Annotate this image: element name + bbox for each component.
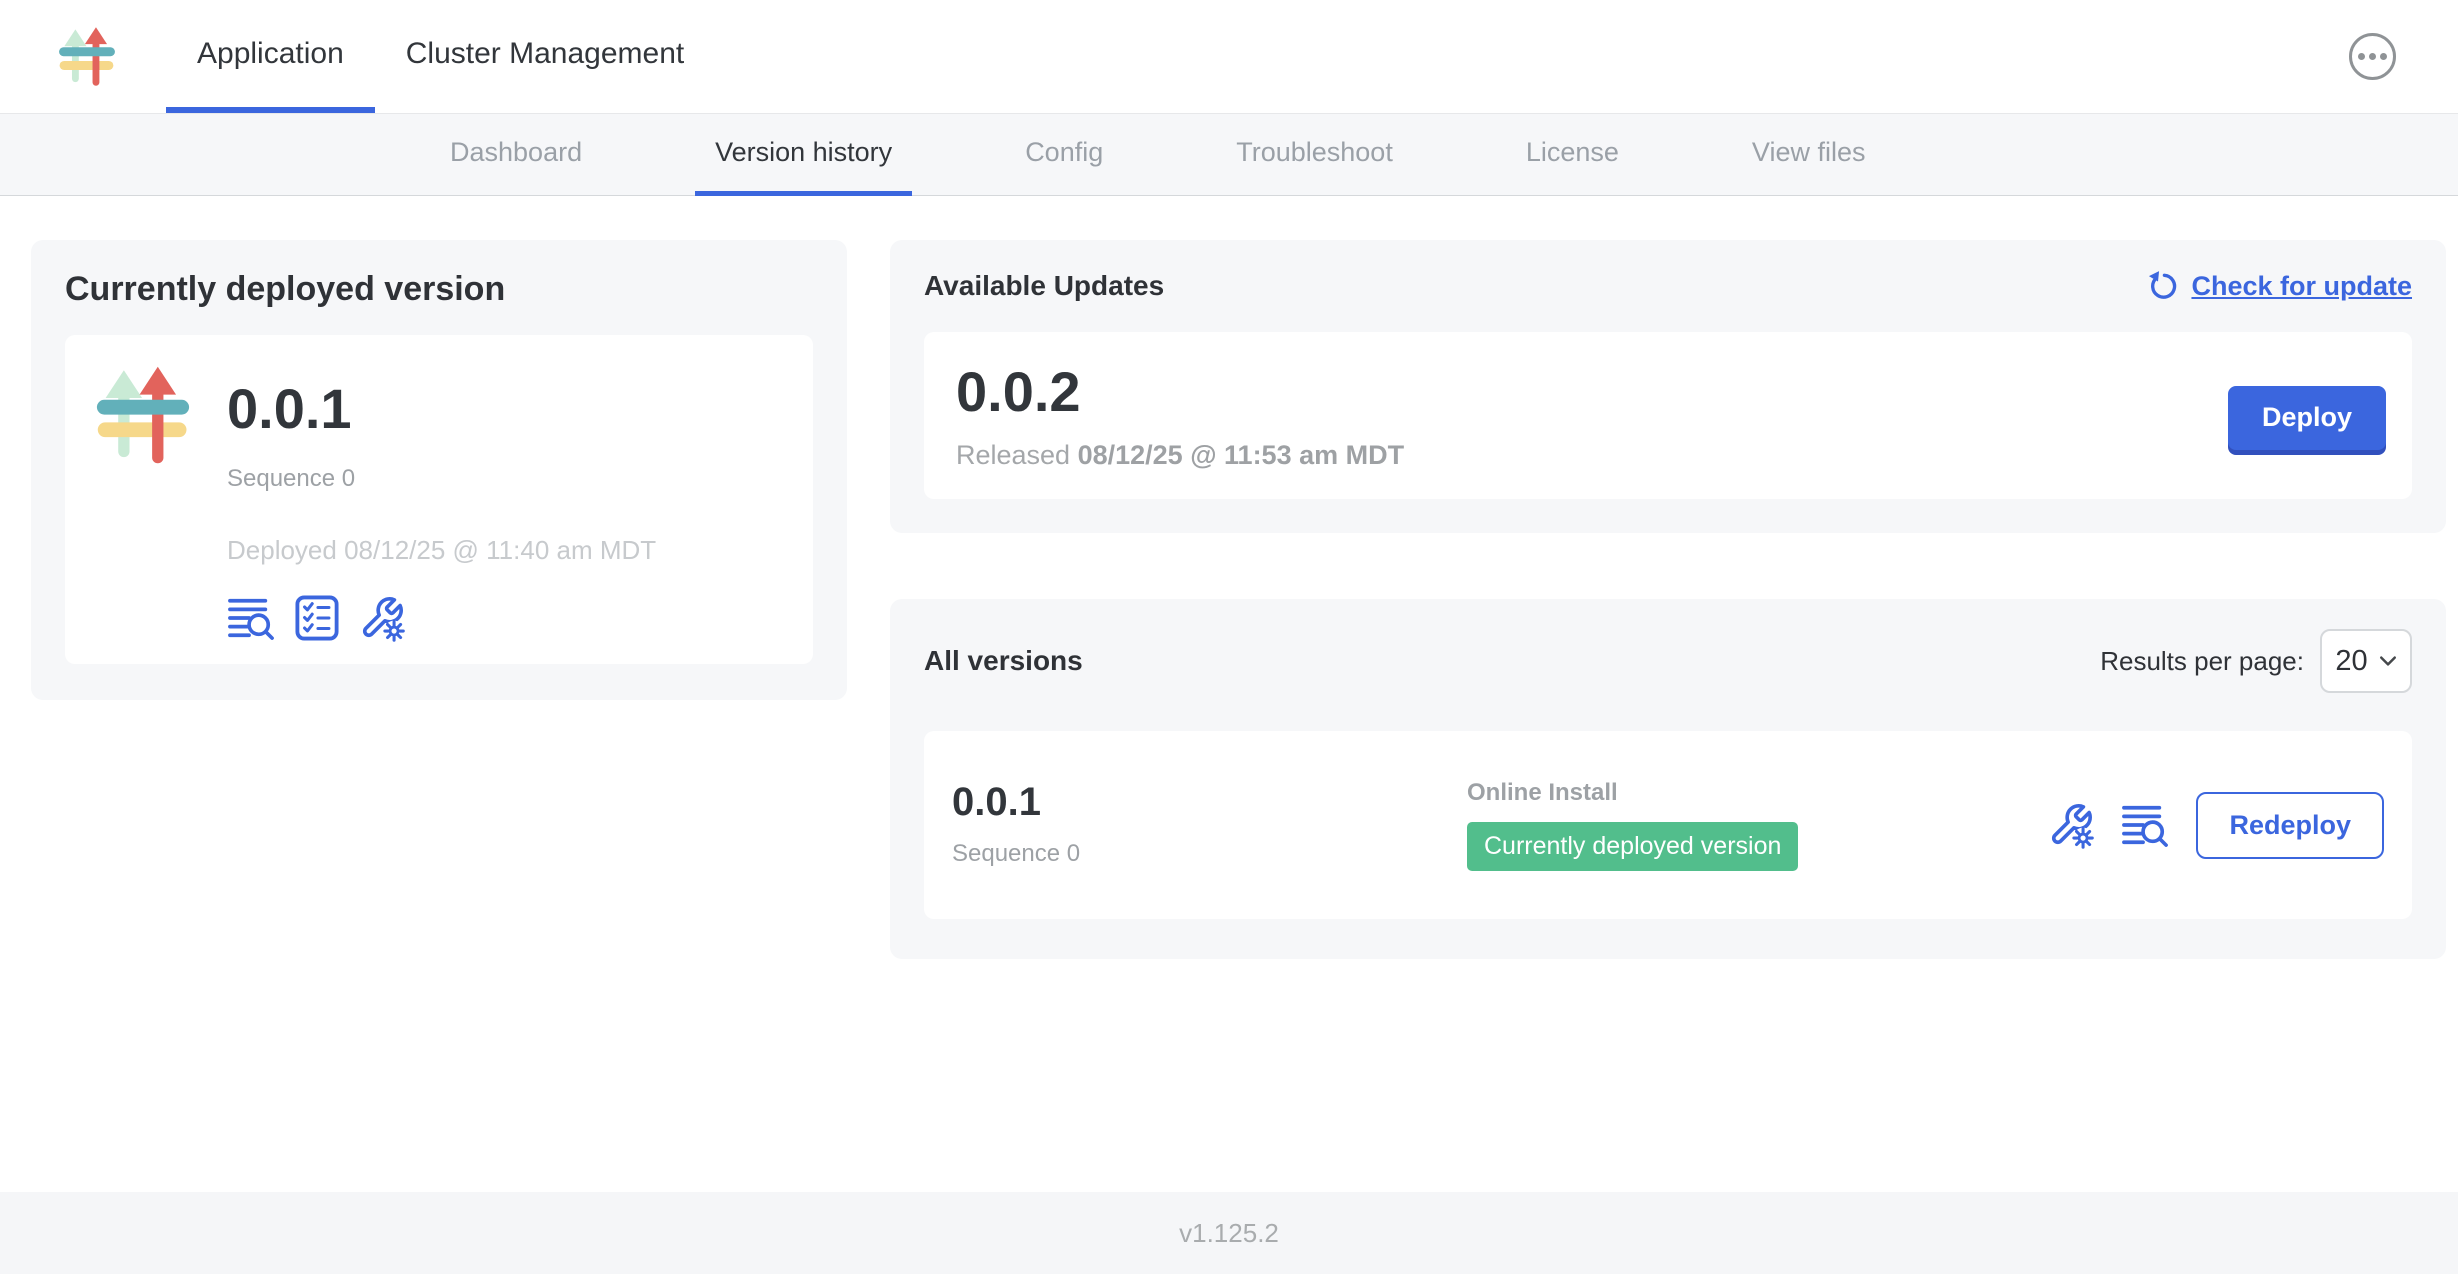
currently-deployed-panel: Currently deployed version 0.0.1 Sequenc…	[31, 240, 847, 700]
deployed-sequence: Sequence 0	[227, 465, 656, 493]
subnav-tab-dashboard[interactable]: Dashboard	[430, 114, 602, 196]
row-version-number: 0.0.1	[952, 782, 1467, 822]
update-card: 0.0.2 Released 08/12/25 @ 11:53 am MDT D…	[924, 332, 2412, 499]
config-button[interactable]	[2048, 801, 2094, 849]
app-subnav: Dashboard Version history Config Trouble…	[0, 113, 2458, 196]
check-for-update-link[interactable]: Check for update	[2146, 270, 2412, 302]
console-footer: v1.125.2	[0, 1192, 2458, 1274]
subnav-tab-license[interactable]: License	[1506, 114, 1639, 196]
subnav-tab-version-history[interactable]: Version history	[695, 114, 912, 196]
release-notes-button[interactable]	[2121, 802, 2169, 848]
release-notes-icon	[227, 595, 275, 641]
subnav-tab-config[interactable]: Config	[1005, 114, 1123, 196]
chevron-down-icon	[2379, 655, 2397, 667]
right-column: Available Updates Check for update 0.0.2…	[890, 240, 2446, 959]
deploy-button[interactable]: Deploy	[2228, 386, 2386, 450]
version-row: 0.0.1 Sequence 0 Online Install Currentl…	[924, 731, 2412, 919]
left-column: Currently deployed version 0.0.1 Sequenc…	[31, 240, 847, 700]
row-sequence: Sequence 0	[952, 840, 1467, 868]
available-updates-panel: Available Updates Check for update 0.0.2…	[890, 240, 2446, 533]
results-per-page: Results per page: 20	[2100, 629, 2412, 693]
tab-application-label: Application	[197, 37, 344, 71]
subnav-tab-troubleshoot[interactable]: Troubleshoot	[1216, 114, 1413, 196]
refresh-icon	[2146, 270, 2178, 302]
row-actions: Redeploy	[2048, 792, 2384, 859]
main-content: Currently deployed version 0.0.1 Sequenc…	[0, 196, 2458, 1192]
top-header: Application Cluster Management	[0, 0, 2458, 113]
config-button[interactable]	[359, 594, 405, 642]
more-menu-button[interactable]	[2349, 33, 2396, 80]
preflight-checks-icon	[295, 595, 339, 641]
deployed-version-card: 0.0.1 Sequence 0 Deployed 08/12/25 @ 11:…	[65, 335, 813, 664]
tab-cluster-management[interactable]: Cluster Management	[375, 0, 715, 113]
all-versions-panel: All versions Results per page: 20 0.0.1 …	[890, 599, 2446, 959]
all-versions-title: All versions	[924, 645, 1083, 677]
ellipsis-icon	[2358, 53, 2365, 60]
preflight-checks-button[interactable]	[295, 595, 339, 641]
release-notes-button[interactable]	[227, 595, 275, 641]
results-per-page-select[interactable]: 20	[2320, 629, 2412, 693]
deployed-version-info: 0.0.1 Sequence 0 Deployed 08/12/25 @ 11:…	[227, 359, 656, 642]
deployed-timestamp: Deployed 08/12/25 @ 11:40 am MDT	[227, 535, 656, 566]
update-released-timestamp: Released 08/12/25 @ 11:53 am MDT	[956, 440, 1404, 471]
app-logo-icon	[58, 26, 116, 87]
tab-cluster-management-label: Cluster Management	[406, 37, 684, 71]
update-version-number: 0.0.2	[956, 364, 1404, 420]
available-updates-title: Available Updates	[924, 270, 1164, 302]
currently-deployed-badge: Currently deployed version	[1467, 822, 1798, 871]
tab-application[interactable]: Application	[166, 0, 375, 113]
results-per-page-label: Results per page:	[2100, 646, 2304, 677]
update-info: 0.0.2 Released 08/12/25 @ 11:53 am MDT	[956, 364, 1404, 471]
currently-deployed-title: Currently deployed version	[65, 270, 813, 309]
install-type-label: Online Install	[1467, 779, 2048, 807]
config-icon	[2048, 801, 2094, 849]
admin-console: Application Cluster Management Dashboard…	[0, 0, 2458, 1274]
deployed-actions	[227, 594, 656, 642]
deployed-version-number: 0.0.1	[227, 381, 656, 437]
redeploy-button[interactable]: Redeploy	[2196, 792, 2384, 859]
subnav-tab-view-files[interactable]: View files	[1732, 114, 1886, 196]
release-notes-icon	[2121, 802, 2169, 848]
config-icon	[359, 594, 405, 642]
console-version: v1.125.2	[1179, 1218, 1279, 1249]
app-logo-icon	[95, 365, 191, 642]
